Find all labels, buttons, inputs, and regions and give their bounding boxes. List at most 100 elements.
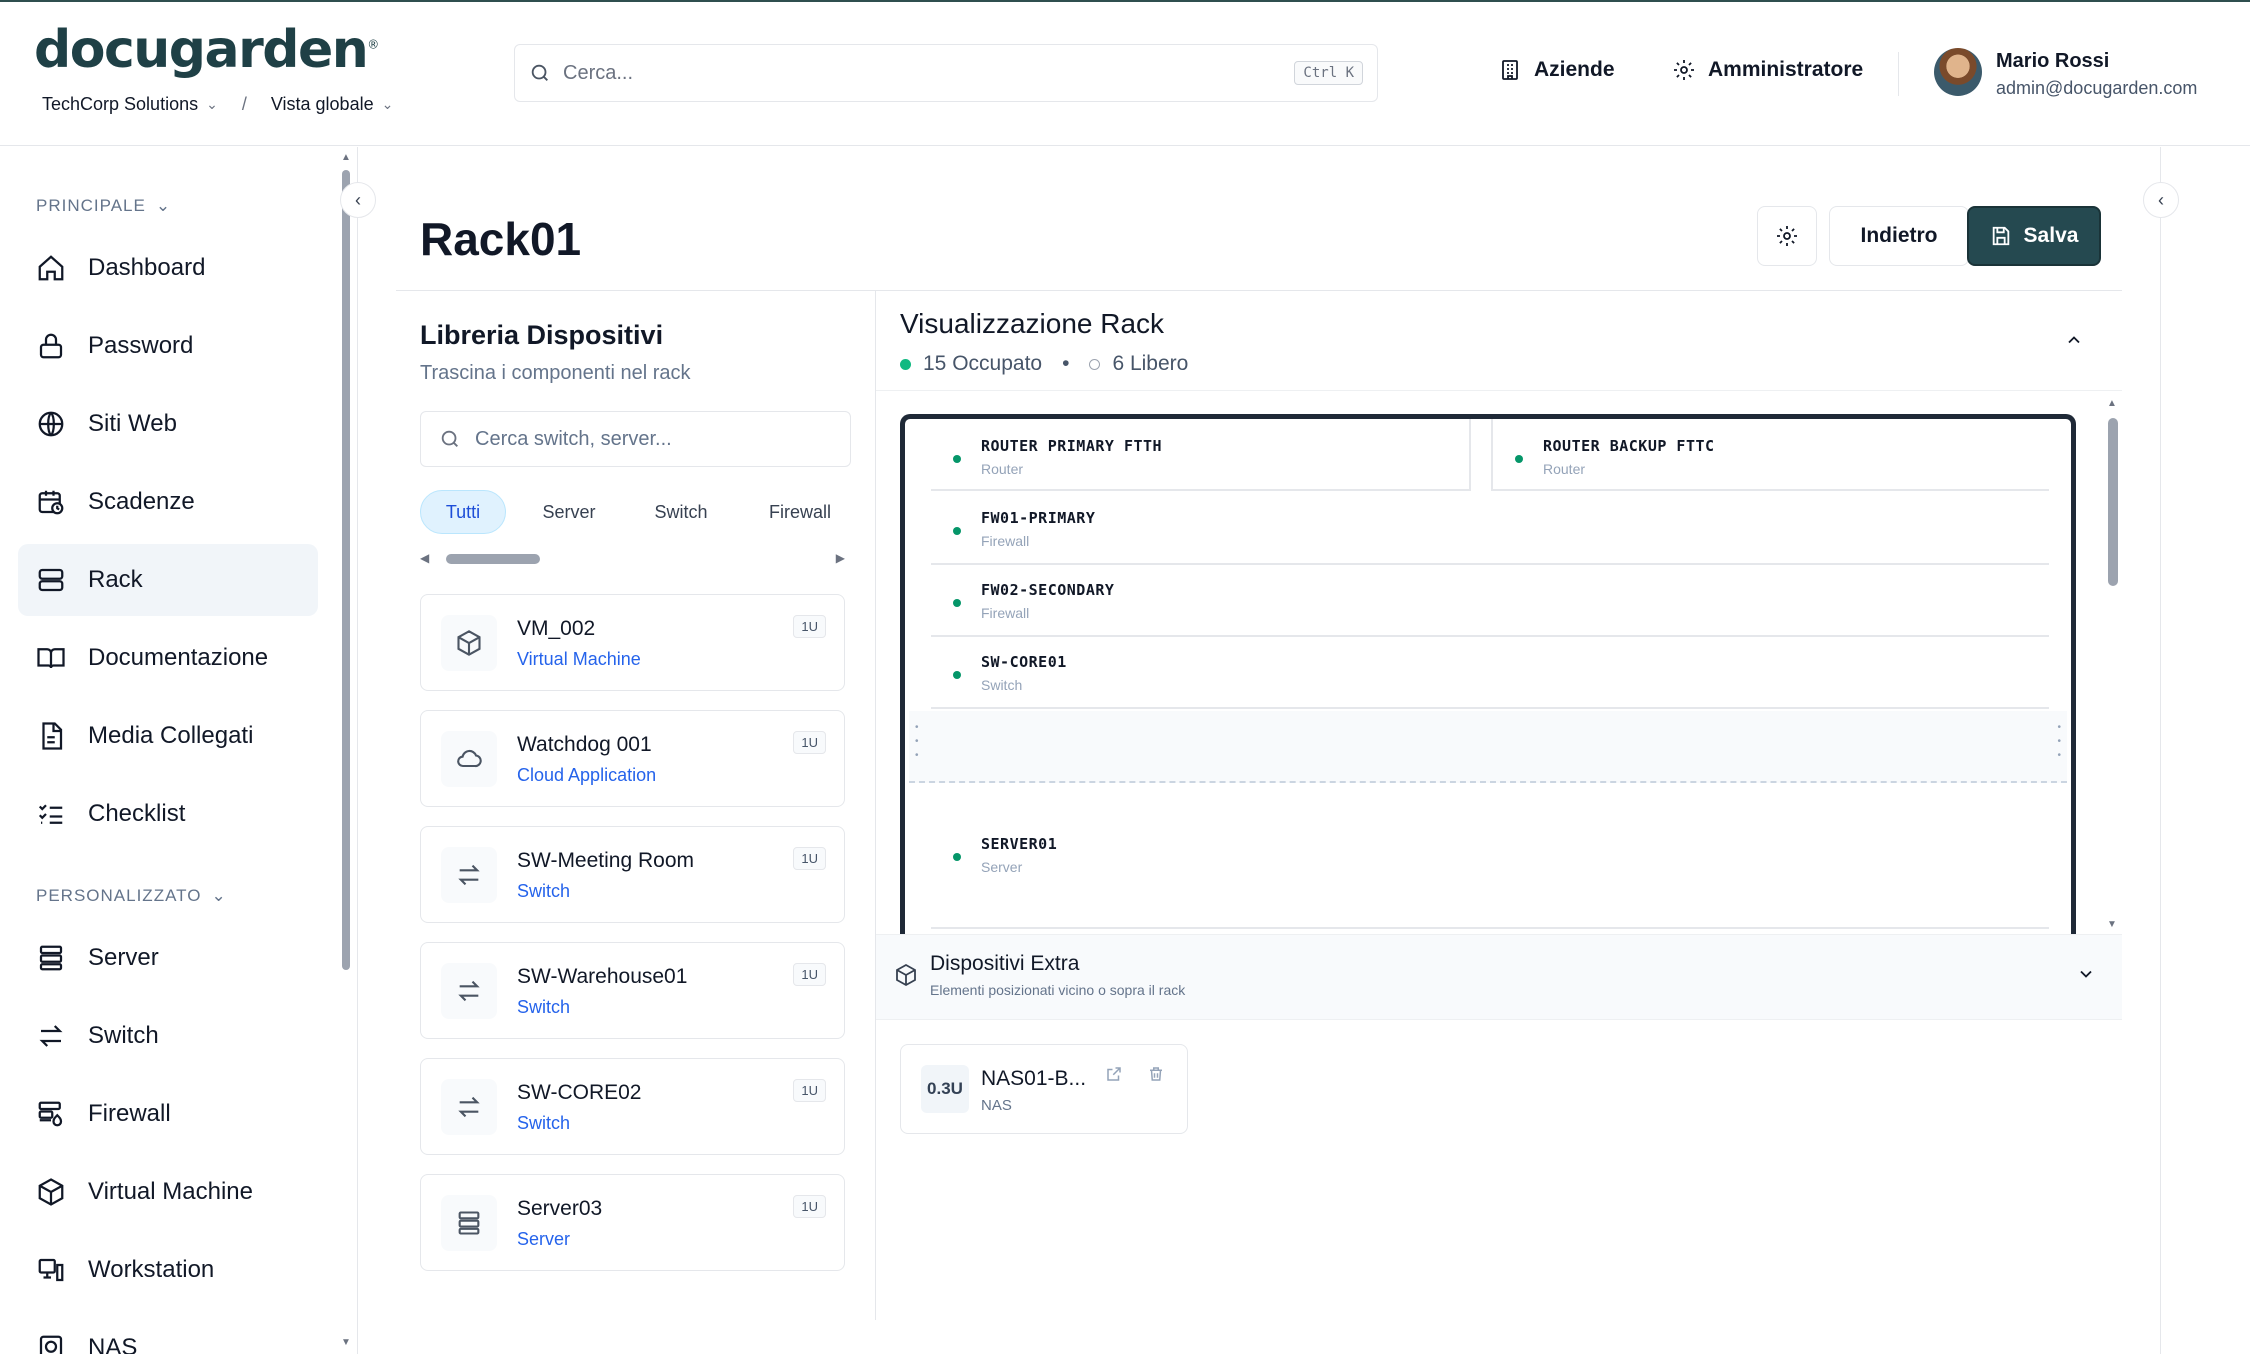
sidebar-item-dashboard[interactable]: Dashboard xyxy=(18,232,318,304)
server-icon xyxy=(38,568,64,592)
device-size-badge: 1U xyxy=(793,963,826,986)
arrows-icon xyxy=(441,963,497,1019)
global-search[interactable]: Cerca... Ctrl K xyxy=(514,44,1378,102)
slot-device-name: SW-CORE01 xyxy=(981,653,1067,671)
chevron-down-icon[interactable] xyxy=(2076,964,2096,984)
rack-slot[interactable]: SERVER01 Server xyxy=(931,783,2049,929)
user-email: admin@docugarden.com xyxy=(1996,78,2198,98)
rack-slot[interactable]: ROUTER PRIMARY FTTH Router xyxy=(931,419,1471,491)
scroll-up-icon[interactable]: ▲ xyxy=(2107,398,2117,409)
scroll-up-icon[interactable]: ▲ xyxy=(341,152,351,163)
column-divider xyxy=(875,290,876,1320)
extra-devices-subtitle: Elementi posizionati vicino o sopra il r… xyxy=(930,982,1186,998)
trash-icon[interactable] xyxy=(1147,1065,1165,1083)
scroll-left-icon[interactable]: ◀ xyxy=(420,551,429,565)
filter-tutti[interactable]: Tutti xyxy=(420,490,506,534)
filter-firewall[interactable]: Firewall xyxy=(756,490,844,534)
rack-slot[interactable]: FW02-SECONDARY Firewall xyxy=(931,565,2049,637)
chevron-down-icon[interactable]: ⌄ xyxy=(206,96,218,113)
library-subtitle: Trascina i componenti nel rack xyxy=(420,362,691,384)
chevron-down-icon[interactable]: ⌄ xyxy=(382,96,394,113)
status-dot-icon xyxy=(953,527,961,535)
device-size-badge: 1U xyxy=(793,1195,826,1218)
section-principale[interactable]: PRINCIPALE ⌄ xyxy=(36,196,171,216)
avatar[interactable] xyxy=(1934,48,1982,96)
collapse-rack-view-button[interactable] xyxy=(2064,330,2084,350)
back-button[interactable]: Indietro xyxy=(1829,206,1969,266)
sidebar-item-firewall[interactable]: Firewall xyxy=(18,1078,318,1150)
extra-device-card[interactable]: 0.3U NAS01-B... NAS xyxy=(900,1044,1188,1134)
scrollbar-thumb[interactable] xyxy=(446,554,540,564)
sidebar-item-password[interactable]: Password xyxy=(18,310,318,382)
box-icon xyxy=(894,963,918,987)
status-dot-icon xyxy=(953,599,961,607)
company-selector[interactable]: TechCorp Solutions xyxy=(42,94,198,115)
rack-slot[interactable]: SW-CORE01 Switch xyxy=(931,637,2049,709)
filter-switch[interactable]: Switch xyxy=(636,490,726,534)
rack-scrollbar[interactable]: ▲ ▼ xyxy=(2106,398,2120,930)
right-panel-divider xyxy=(2160,147,2161,1354)
drag-handle-icon[interactable]: • • • xyxy=(915,721,919,763)
scroll-right-icon[interactable]: ▶ xyxy=(836,551,845,565)
sidebar-item-server[interactable]: Server xyxy=(18,922,318,994)
nav-amministratore[interactable]: Amministratore xyxy=(1672,58,1863,82)
sidebar-item-media-collegati[interactable]: Media Collegati xyxy=(18,700,318,772)
sidebar-item-scadenze[interactable]: Scadenze xyxy=(18,466,318,538)
scrollbar-thumb[interactable] xyxy=(342,170,350,970)
sidebar-item-nas[interactable]: NAS xyxy=(18,1312,318,1354)
library-device-card[interactable]: SW-CORE02 Switch 1U xyxy=(420,1058,845,1155)
device-type: NAS xyxy=(981,1097,1012,1114)
sidebar-item-documentazione[interactable]: Documentazione xyxy=(18,622,318,694)
gear-icon xyxy=(1777,226,1797,246)
chevron-left-icon: ‹ xyxy=(355,189,361,210)
search-shortcut: Ctrl K xyxy=(1294,61,1363,85)
sidebar-item-checklist[interactable]: Checklist xyxy=(18,778,318,850)
occupied-dot-icon xyxy=(900,358,911,370)
sidebar-item-siti-web[interactable]: Siti Web xyxy=(18,388,318,460)
filter-scrollbar[interactable]: ◀ ▶ xyxy=(420,548,845,570)
collapse-right-panel-button[interactable]: ‹ xyxy=(2143,182,2179,218)
rack-settings-button[interactable] xyxy=(1757,206,1817,266)
library-device-card[interactable]: VM_002 Virtual Machine 1U xyxy=(420,594,845,691)
rack-slot[interactable]: FW01-PRIMARY Firewall xyxy=(931,493,2049,565)
library-search-input[interactable]: Cerca switch, server... xyxy=(420,411,851,467)
scroll-down-icon[interactable]: ▼ xyxy=(341,1337,351,1348)
nav-aziende[interactable]: Aziende xyxy=(1498,58,1615,82)
library-device-card[interactable]: SW-Warehouse01 Switch 1U xyxy=(420,942,845,1039)
sidebar-item-switch[interactable]: Switch xyxy=(18,1000,318,1072)
user-name: Mario Rossi xyxy=(1996,50,2110,72)
chevron-down-icon: ⌄ xyxy=(211,886,227,905)
extra-devices-header[interactable] xyxy=(876,934,2122,1020)
scroll-down-icon[interactable]: ▼ xyxy=(2107,919,2117,930)
sidebar-item-virtual-machine[interactable]: Virtual Machine xyxy=(18,1156,318,1228)
search-input[interactable]: Cerca... xyxy=(563,62,1294,85)
drag-handle-icon[interactable]: • • • xyxy=(2057,721,2061,763)
calendar-clock-icon xyxy=(38,490,64,515)
sidebar-scrollbar[interactable]: ▲ ▼ xyxy=(340,152,352,1348)
device-size-badge: 1U xyxy=(793,615,826,638)
chevron-down-icon: ⌄ xyxy=(155,196,172,215)
library-device-card[interactable]: SW-Meeting Room Switch 1U xyxy=(420,826,845,923)
occupied-count: 15 Occupato xyxy=(923,352,1043,375)
scrollbar-thumb[interactable] xyxy=(2108,418,2118,586)
header-divider xyxy=(1898,52,1899,96)
server-stack-icon xyxy=(39,945,63,971)
sidebar-item-workstation[interactable]: Workstation xyxy=(18,1234,318,1306)
device-size-badge: 0.3U xyxy=(921,1065,969,1113)
logo[interactable]: docugarden® xyxy=(34,20,379,80)
view-selector[interactable]: Vista globale xyxy=(271,94,374,115)
collapse-sidebar-button[interactable]: ‹ xyxy=(340,182,376,218)
slot-device-type: Router xyxy=(981,461,1024,477)
section-personalizzato[interactable]: PERSONALIZZATO ⌄ xyxy=(36,886,227,906)
gear-icon xyxy=(1674,60,1694,80)
filter-server[interactable]: Server xyxy=(524,490,614,534)
device-size-badge: 1U xyxy=(793,731,826,754)
empty-rack-slot[interactable]: • • • • • • xyxy=(909,711,2067,783)
library-device-card[interactable]: Server03 Server 1U xyxy=(420,1174,845,1271)
status-dot-icon xyxy=(1515,455,1523,463)
rack-slot[interactable]: ROUTER BACKUP FTTC Router xyxy=(1491,419,2049,491)
sidebar-item-rack[interactable]: Rack xyxy=(18,544,318,616)
save-button[interactable]: Salva xyxy=(1967,206,2101,266)
library-device-card[interactable]: Watchdog 001 Cloud Application 1U xyxy=(420,710,845,807)
external-link-icon[interactable] xyxy=(1105,1065,1123,1083)
